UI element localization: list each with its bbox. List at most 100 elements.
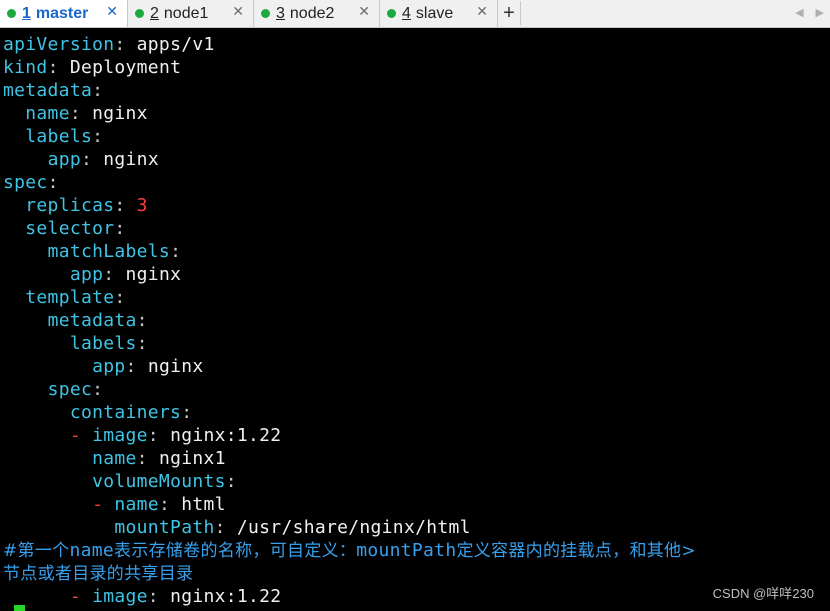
tab-label: slave (415, 4, 454, 22)
yaml-colon: : (136, 333, 148, 354)
yaml-key: kind (3, 57, 48, 78)
yaml-colon: : (181, 402, 193, 423)
yaml-value: nginx:1.22 (170, 425, 282, 446)
yaml-key: name (114, 494, 159, 515)
connected-dot-icon (135, 9, 144, 18)
terminal-line: apiVersion: apps/v1 (3, 33, 215, 56)
comment-text: mountPath (356, 540, 457, 561)
terminal-line: replicas: 3 (3, 194, 148, 217)
tab-number: 1 (22, 4, 31, 22)
connected-dot-icon (387, 9, 396, 18)
yaml-colon: : (47, 57, 59, 78)
tab-node2[interactable]: 3 node2 ✕ (254, 0, 380, 27)
list-dash: - (69, 425, 81, 446)
tab-label: node1 (163, 4, 209, 22)
terminal-line: #第一个name表示存储卷的名称，可自定义：mountPath定义容器内的挂载点… (3, 539, 696, 562)
terminal-line: labels: (3, 125, 103, 148)
yaml-colon: : (158, 494, 171, 515)
terminal-line: - name: html (3, 493, 226, 516)
tab-label: node2 (289, 4, 335, 22)
terminal-line: - image: nginx:1.22 (3, 424, 281, 447)
tab-label: master (35, 4, 89, 22)
terminal-line: metadata: (3, 79, 103, 102)
yaml-colon: : (114, 287, 126, 308)
terminal-line: containers: (3, 401, 192, 424)
yaml-value: apps/v1 (136, 34, 215, 55)
comment-text: #第一个 (3, 541, 70, 561)
tab-master[interactable]: 1 master ✕ (0, 0, 128, 27)
terminal-line: - image: nginx:1.22 (3, 585, 281, 608)
yaml-key: selector (25, 218, 115, 239)
terminal-line: app: nginx (3, 355, 204, 378)
scroll-right-icon[interactable]: ▶ (816, 6, 824, 19)
terminal-cursor (14, 605, 25, 611)
yaml-key: app (92, 356, 126, 377)
new-tab-button[interactable]: + (498, 1, 521, 25)
yaml-value: 3 (136, 195, 148, 216)
close-tab-icon[interactable]: ✕ (358, 3, 370, 20)
list-dash: - (69, 586, 81, 607)
yaml-colon: : (114, 195, 126, 216)
yaml-value: /usr/share/nginx/html (236, 517, 471, 538)
yaml-key: mountPath (114, 517, 215, 538)
yaml-key: spec (3, 172, 48, 193)
yaml-value: nginx (147, 356, 204, 377)
yaml-key: metadata (3, 80, 93, 101)
terminal-line: template: (3, 286, 126, 309)
yaml-key: name (25, 103, 70, 124)
terminal-line: app: nginx (3, 148, 159, 171)
terminal-line: volumeMounts: (3, 470, 237, 493)
yaml-colon: : (136, 310, 148, 331)
watermark: CSDN @咩咩230 (712, 586, 814, 601)
terminal-line: app: nginx (3, 263, 181, 286)
yaml-colon: : (92, 379, 104, 400)
tab-slave[interactable]: 4 slave ✕ (380, 0, 498, 27)
yaml-value: nginx1 (158, 448, 226, 469)
yaml-value: nginx (103, 149, 159, 170)
terminal-line: metadata: (3, 309, 148, 332)
terminal-output[interactable]: apiVersion: apps/v1 kind: Deployment metad… (0, 28, 830, 611)
yaml-colon: : (114, 218, 126, 239)
yaml-colon: : (125, 356, 137, 377)
scroll-left-icon[interactable]: ◀ (795, 6, 803, 19)
yaml-colon: : (47, 172, 59, 193)
yaml-colon: : (136, 448, 148, 469)
tab-number: 2 (150, 4, 159, 22)
tab-scroll-controls: ◀ ▶ (795, 6, 824, 19)
yaml-key: labels (69, 333, 137, 354)
yaml-key: labels (25, 126, 93, 147)
yaml-key: replicas (25, 195, 115, 216)
yaml-key: name (92, 448, 137, 469)
yaml-value: html (181, 494, 226, 515)
yaml-colon: : (92, 80, 104, 101)
tab-number: 3 (276, 4, 285, 22)
terminal-line: 节点或者目录的共享目录 (3, 562, 193, 585)
yaml-colon: : (103, 264, 115, 285)
yaml-colon: : (170, 241, 182, 262)
close-tab-icon[interactable]: ✕ (232, 3, 244, 20)
comment-text: name (69, 540, 115, 561)
close-tab-icon[interactable]: ✕ (106, 3, 118, 20)
yaml-colon: : (147, 586, 159, 607)
list-dash: - (92, 494, 104, 515)
terminal-line: labels: (3, 332, 148, 355)
terminal-line: name: nginx (3, 102, 148, 125)
tab-node1[interactable]: 2 node1 ✕ (128, 0, 254, 27)
terminal-line: kind: Deployment (3, 56, 181, 79)
yaml-key: containers (69, 402, 182, 423)
comment-text: 定义容器内的挂载点，和其他> (456, 541, 696, 561)
yaml-key: volumeMounts (92, 471, 226, 492)
comment-text: 节点或者目录的共享目录 (3, 564, 194, 584)
connected-dot-icon (261, 9, 270, 18)
yaml-value: Deployment (69, 57, 182, 78)
close-tab-icon[interactable]: ✕ (476, 3, 488, 20)
terminal-line: spec: (3, 378, 103, 401)
yaml-key: app (69, 264, 104, 285)
yaml-key: spec (47, 379, 93, 400)
yaml-value: nginx:1.22 (170, 586, 282, 607)
yaml-key: apiVersion (3, 34, 115, 55)
tab-bar: 1 master ✕ 2 node1 ✕ 3 node2 ✕ 4 slave ✕… (0, 0, 830, 28)
yaml-value: nginx (92, 103, 148, 124)
yaml-key: template (25, 287, 115, 308)
yaml-key: app (47, 149, 81, 170)
